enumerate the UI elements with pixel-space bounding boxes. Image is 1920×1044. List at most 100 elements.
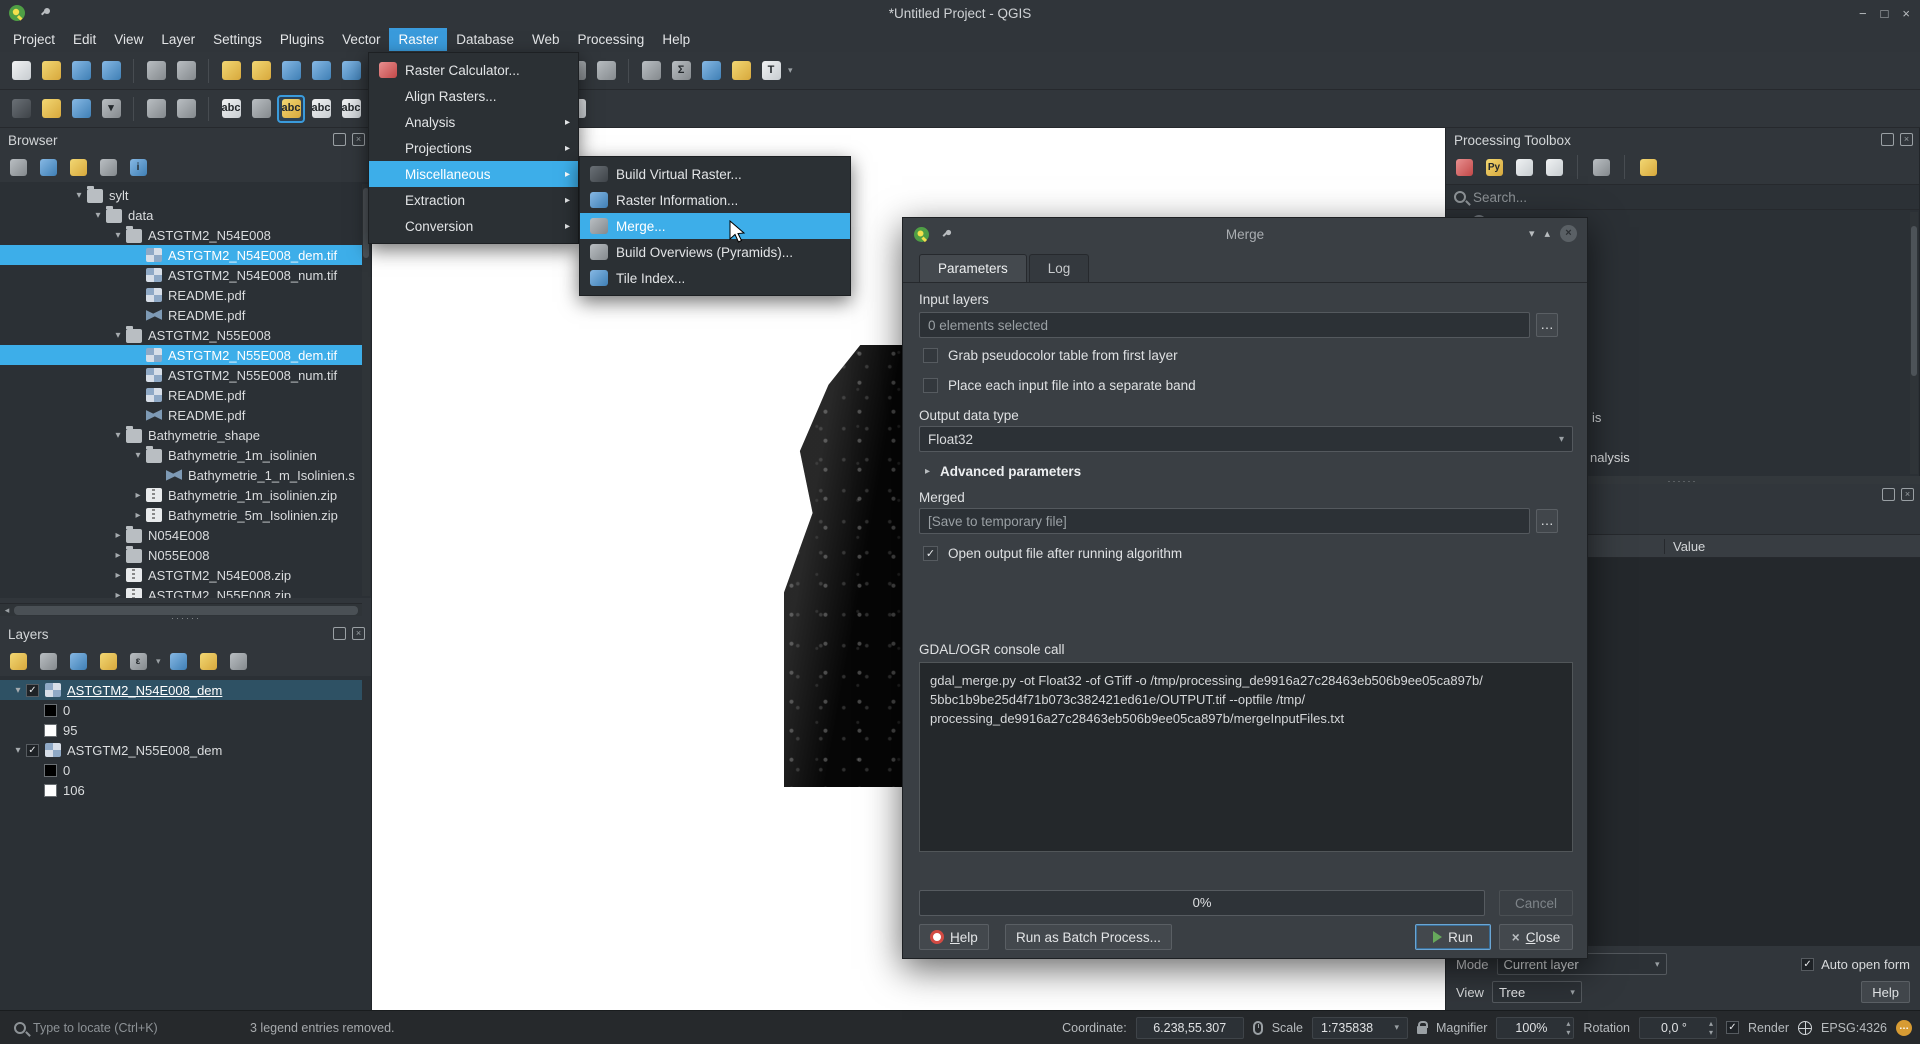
results-help-button[interactable]: Help	[1861, 981, 1910, 1003]
properties-button[interactable]: i	[126, 155, 150, 179]
processing-toolbox-button[interactable]	[698, 58, 724, 84]
merge-dialog-titlebar[interactable]: Merge ▾ ▴ ×	[903, 218, 1587, 250]
tree-item-readme-raster[interactable]: README.pdf	[0, 285, 362, 305]
menu-item-build-overviews[interactable]: Build Overviews (Pyramids)...	[580, 239, 850, 265]
auto-open-form-checkbox[interactable]: ✓	[1801, 958, 1814, 971]
tree-item-astgtm2-n54-zip[interactable]: ▸ASTGTM2_N54E008.zip	[0, 565, 362, 585]
toggle-editing-button[interactable]	[38, 96, 64, 122]
filter-expression-button[interactable]: ε	[126, 649, 150, 673]
view-select[interactable]: Tree▾	[1492, 981, 1582, 1003]
new-print-layout-button[interactable]	[143, 58, 169, 84]
help-button[interactable]: Help	[919, 924, 989, 950]
toolbox-float-button[interactable]	[1881, 133, 1894, 146]
menu-help[interactable]: Help	[653, 28, 699, 51]
results-viewer-button[interactable]	[1542, 155, 1566, 179]
save-project-button[interactable]	[68, 58, 94, 84]
models-button[interactable]	[1452, 155, 1476, 179]
text-annotation-button[interactable]: T	[758, 58, 784, 84]
menu-vector[interactable]: Vector	[333, 28, 389, 51]
tree-item-astgtm2-n55-zip[interactable]: ▸ASTGTM2_N55E008.zip	[0, 585, 362, 598]
spin-up-icon[interactable]: ▴	[1709, 1019, 1713, 1028]
remove-layer-button[interactable]	[227, 649, 251, 673]
tree-item-n55-num-tif[interactable]: ASTGTM2_N55E008_num.tif	[0, 365, 362, 385]
zoom-out-button[interactable]	[308, 58, 334, 84]
tab-log[interactable]: Log	[1029, 254, 1090, 282]
dialog-minimize-button[interactable]: ▾	[1529, 227, 1535, 240]
manage-visibility-button[interactable]	[66, 649, 90, 673]
menu-item-raster-calculator[interactable]: Raster Calculator...	[369, 57, 578, 83]
layer-diagram-button[interactable]	[248, 96, 274, 122]
run-button[interactable]: Run	[1415, 924, 1491, 950]
zoom-in-button[interactable]	[278, 58, 304, 84]
toolbox-vertical-scrollbar[interactable]	[1910, 212, 1918, 474]
menu-item-miscellaneous[interactable]: Miscellaneous▸	[369, 161, 578, 187]
measure-button[interactable]	[638, 58, 664, 84]
statistical-summary-button[interactable]: Σ	[668, 58, 694, 84]
dialog-close-button[interactable]: ×	[1560, 225, 1577, 242]
menu-item-tile-index[interactable]: Tile Index...	[580, 265, 850, 291]
tree-item-n54-num-tif[interactable]: ASTGTM2_N54E008_num.tif	[0, 265, 362, 285]
layer-visibility-checkbox[interactable]: ✓	[26, 744, 39, 757]
edit-features-in-place-button[interactable]	[1589, 155, 1613, 179]
tab-parameters[interactable]: Parameters	[919, 254, 1027, 282]
results-float-button[interactable]	[1882, 488, 1895, 501]
separate-band-checkbox-row[interactable]: Place each input file into a separate ba…	[923, 378, 1196, 393]
menu-web[interactable]: Web	[523, 28, 569, 51]
layer-visibility-checkbox[interactable]: ✓	[26, 684, 39, 697]
tree-item-readme-raster[interactable]: README.pdf	[0, 385, 362, 405]
rotation-spinner[interactable]: 0,0 ° ▴▾	[1639, 1017, 1717, 1039]
menu-item-raster-information[interactable]: Raster Information...	[580, 187, 850, 213]
menu-project[interactable]: Project	[4, 28, 64, 51]
dialog-maximize-button[interactable]: ▴	[1544, 227, 1550, 240]
spin-down-icon[interactable]: ▾	[1566, 1028, 1570, 1037]
layers-close-button[interactable]: ×	[352, 627, 365, 640]
layers-float-button[interactable]	[333, 627, 346, 640]
pan-map-button[interactable]	[218, 58, 244, 84]
separate-band-checkbox[interactable]	[923, 378, 938, 393]
menu-layer[interactable]: Layer	[152, 28, 204, 51]
modify-attributes-button[interactable]	[173, 96, 199, 122]
output-data-type-select[interactable]: Float32 ▾	[919, 426, 1573, 452]
toolbox-search[interactable]: Search...	[1446, 184, 1919, 210]
open-output-checkbox[interactable]: ✓	[923, 546, 938, 561]
render-checkbox[interactable]: ✓	[1726, 1021, 1739, 1034]
tree-item-astgtm2-n55e008[interactable]: ▾ASTGTM2_N55E008	[0, 325, 362, 345]
spin-down-icon[interactable]: ▾	[1709, 1028, 1713, 1037]
menu-database[interactable]: Database	[447, 28, 523, 51]
menu-item-conversion[interactable]: Conversion▸	[369, 213, 578, 239]
field-calculator-button[interactable]	[593, 58, 619, 84]
annotation-dropdown-arrow[interactable]: ▾	[788, 65, 793, 76]
toolbox-close-button[interactable]: ×	[1900, 133, 1913, 146]
tree-item-astgtm2-n54e008[interactable]: ▾ASTGTM2_N54E008	[0, 225, 362, 245]
tree-item-bathymetrie-5m-zip[interactable]: ▸Bathymetrie_5m_Isolinien.zip	[0, 505, 362, 525]
digitize-dropdown-button[interactable]: ▾	[98, 96, 124, 122]
label-pin-button[interactable]: abc	[308, 96, 334, 122]
window-minimize-button[interactable]: −	[1859, 6, 1867, 21]
tree-item-bathymetrie-1m-shp[interactable]: Bathymetrie_1_m_Isolinien.s	[0, 465, 362, 485]
tree-item-n54-dem-tif[interactable]: ASTGTM2_N54E008_dem.tif	[0, 245, 362, 265]
layer-item-n55-dem[interactable]: ▾ ✓ ASTGTM2_N55E008_dem	[0, 740, 362, 760]
tree-item-readme-vector[interactable]: README.pdf	[0, 305, 362, 325]
vertex-tool-button[interactable]	[143, 96, 169, 122]
layer-labeling-button[interactable]: abc	[218, 96, 244, 122]
input-layers-field[interactable]: 0 elements selected	[919, 312, 1530, 338]
expression-dropdown-arrow[interactable]: ▾	[156, 656, 161, 667]
run-as-batch-button[interactable]: Run as Batch Process...	[1005, 924, 1172, 950]
merged-browse-button[interactable]: …	[1536, 509, 1558, 533]
highlight-labels-button[interactable]: abc	[278, 96, 304, 122]
collapse-all-button[interactable]	[96, 155, 120, 179]
close-button[interactable]: × Close	[1499, 924, 1573, 950]
input-layers-browse-button[interactable]: …	[1536, 313, 1558, 337]
layout-manager-button[interactable]	[173, 58, 199, 84]
layer-styling-button[interactable]	[6, 649, 30, 673]
add-group-button[interactable]	[36, 649, 60, 673]
crs-value[interactable]: EPSG:4326	[1821, 1021, 1887, 1035]
extents-toggle-icon[interactable]	[1253, 1021, 1263, 1035]
menu-raster[interactable]: Raster	[389, 28, 447, 51]
current-edits-button[interactable]	[8, 96, 34, 122]
tree-item-bathymetrie-1m-folder[interactable]: ▾Bathymetrie_1m_isolinien	[0, 445, 362, 465]
tree-item-readme-vector[interactable]: README.pdf	[0, 405, 362, 425]
filter-legend-button[interactable]	[96, 649, 120, 673]
expand-all-button[interactable]	[167, 649, 191, 673]
refresh-button[interactable]	[36, 155, 60, 179]
